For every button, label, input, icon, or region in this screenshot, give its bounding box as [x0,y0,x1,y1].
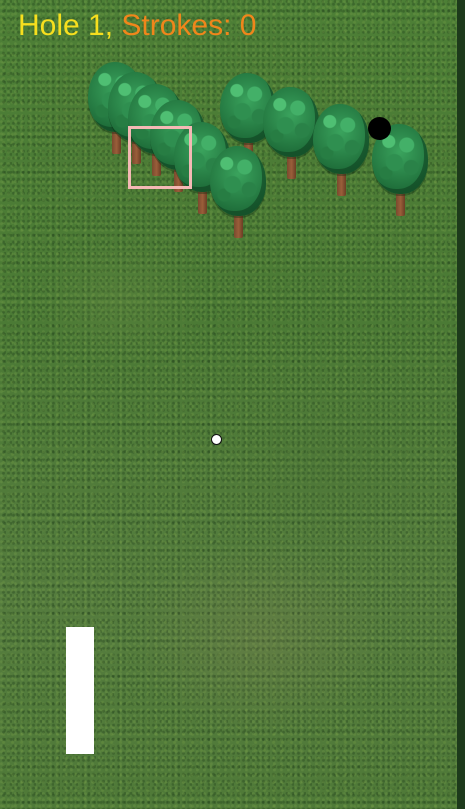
tree [313,104,369,204]
tree [210,146,266,246]
golf-ball[interactable] [211,434,222,445]
power-meter [66,627,94,754]
hole-label: Hole 1, [18,9,114,42]
canvas-edge [457,0,465,809]
aim-target-box[interactable] [128,126,192,189]
game-canvas[interactable]: Hole 1, Strokes: 0 [0,0,465,809]
strokes-label: Strokes: 0 [121,9,257,42]
golf-hole-cup [368,117,391,140]
tree [263,87,319,187]
score-hud: Hole 1, Strokes: 0 [18,8,256,44]
power-meter-fill [66,627,94,754]
